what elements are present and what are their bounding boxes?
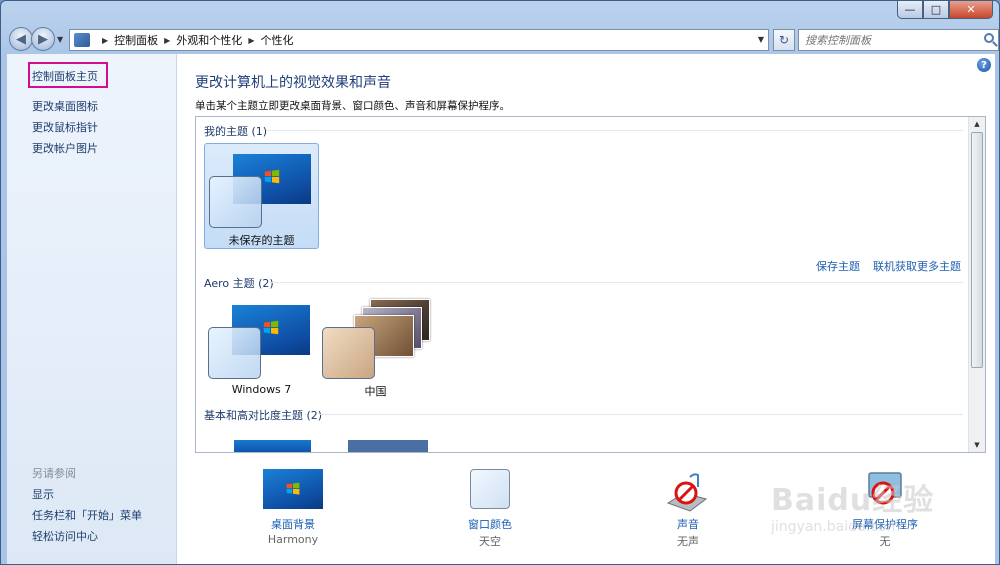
personalization-window: — □ ✕ ◀ ▶ ▼ ▶ 控制面板 ▶ 外观和个性化 ▶ 个性化 ▼ ↻ 控制… xyxy=(0,0,1000,565)
group-title-my-themes: 我的主题 (1) xyxy=(204,125,268,138)
baidu-jingyan-watermark: Baidu经验 jingyan.baidu.com xyxy=(763,455,993,555)
breadcrumb-separator-icon[interactable]: ▶ xyxy=(248,36,254,45)
refresh-button[interactable]: ↻ xyxy=(773,29,795,51)
change-mouse-pointers-link[interactable]: 更改鼠标指针 xyxy=(32,119,98,135)
group-divider xyxy=(266,130,963,131)
scroll-up-icon[interactable]: ▲ xyxy=(969,117,985,131)
see-also-heading: 另请参阅 xyxy=(32,467,76,480)
caption-buttons: — □ ✕ xyxy=(897,1,993,19)
breadcrumb-separator-icon[interactable]: ▶ xyxy=(102,36,108,45)
theme-china[interactable]: 中国 xyxy=(318,295,433,401)
group-divider xyxy=(270,282,963,283)
theme-thumbnail-window-color xyxy=(322,327,375,379)
page-subtitle: 单击某个主题立即更改桌面背景、窗口颜色、声音和屏幕保护程序。 xyxy=(195,100,510,112)
sound-value: 无声 xyxy=(677,535,699,548)
address-bar[interactable]: ▶ 控制面板 ▶ 外观和个性化 ▶ 个性化 ▼ xyxy=(69,29,769,51)
breadcrumb-appearance[interactable]: 外观和个性化 xyxy=(176,32,242,48)
back-button[interactable]: ◀ xyxy=(9,27,33,51)
close-button[interactable]: ✕ xyxy=(949,1,993,19)
control-panel-icon xyxy=(74,33,90,47)
get-more-themes-link[interactable]: 联机获取更多主题 xyxy=(873,258,961,274)
taskbar-start-menu-link[interactable]: 任务栏和「开始」菜单 xyxy=(32,507,142,523)
help-icon[interactable]: ? xyxy=(977,58,991,72)
theme-windows-7[interactable]: Windows 7 xyxy=(204,295,319,401)
group-divider xyxy=(320,414,963,415)
desktop-background-thumbnail xyxy=(263,469,323,509)
watermark-logo-text: Baidu经验 xyxy=(771,483,935,518)
theme-thumbnail-window-color xyxy=(208,327,261,379)
windows-logo-icon xyxy=(263,320,279,335)
theme-label: 未保存的主题 xyxy=(228,234,295,247)
back-arrow-icon: ◀ xyxy=(16,31,26,47)
search-icon[interactable] xyxy=(984,33,994,43)
minimize-button[interactable]: — xyxy=(897,1,923,19)
refresh-icon: ↻ xyxy=(778,33,790,47)
forward-button[interactable]: ▶ xyxy=(31,27,55,51)
sound-label[interactable]: 声音 xyxy=(628,516,748,532)
navigation-bar: ◀ ▶ ▼ ▶ 控制面板 ▶ 外观和个性化 ▶ 个性化 ▼ ↻ xyxy=(7,27,999,53)
change-desktop-icons-link[interactable]: 更改桌面图标 xyxy=(32,98,98,114)
windows-logo-icon xyxy=(286,482,300,495)
theme-thumbnail-window-color xyxy=(209,176,262,228)
window-color-value: 天空 xyxy=(479,535,501,548)
group-title-basic-themes: 基本和高对比度主题 (2) xyxy=(204,409,323,422)
breadcrumb-personalization[interactable]: 个性化 xyxy=(260,32,293,48)
scroll-down-icon[interactable]: ▼ xyxy=(969,438,985,452)
theme-unsaved[interactable]: 未保存的主题 xyxy=(204,143,319,249)
recent-pages-dropdown[interactable]: ▼ xyxy=(57,35,69,44)
theme-label: 中国 xyxy=(364,385,387,398)
control-panel-home-link[interactable]: 控制面板主页 xyxy=(32,68,98,84)
window-color-thumbnail xyxy=(470,469,510,509)
maximize-button[interactable]: □ xyxy=(923,1,949,19)
display-link[interactable]: 显示 xyxy=(32,486,54,502)
theme-thumbnail-partial[interactable] xyxy=(348,440,428,452)
page-title: 更改计算机上的视觉效果和声音 xyxy=(195,75,391,91)
change-account-picture-link[interactable]: 更改帐户图片 xyxy=(32,140,98,156)
theme-label: Windows 7 xyxy=(231,383,292,396)
windows-logo-icon xyxy=(264,169,280,184)
theme-thumbnail-partial[interactable] xyxy=(234,440,311,452)
search-input[interactable] xyxy=(805,33,975,47)
scroll-thumb[interactable] xyxy=(971,132,983,368)
ease-of-access-link[interactable]: 轻松访问中心 xyxy=(32,528,98,544)
theme-list-scrollbar[interactable]: ▲ ▼ xyxy=(968,117,985,452)
forward-arrow-icon: ▶ xyxy=(38,31,48,47)
search-box xyxy=(798,29,999,51)
nav-arrows: ◀ ▶ ▼ xyxy=(9,27,69,51)
save-theme-link[interactable]: 保存主题 xyxy=(816,258,860,274)
breadcrumb-separator-icon[interactable]: ▶ xyxy=(164,36,170,45)
window-color-label[interactable]: 窗口颜色 xyxy=(430,516,550,532)
desktop-background-label[interactable]: 桌面背景 xyxy=(233,516,353,532)
task-pane: 控制面板主页 更改桌面图标 更改鼠标指针 更改帐户图片 另请参阅 显示 任务栏和… xyxy=(7,54,177,564)
theme-list: 我的主题 (1) 未保存的主题 保存主题 联机获取更多主题 Aero 主题 (2… xyxy=(195,116,986,453)
chevron-down-icon: ▼ xyxy=(57,34,64,44)
sound-icon xyxy=(666,473,708,512)
address-dropdown-icon[interactable]: ▼ xyxy=(758,35,764,44)
group-title-aero-themes: Aero 主题 (2) xyxy=(204,277,274,290)
desktop-background-value: Harmony xyxy=(267,533,319,546)
watermark-url: jingyan.baidu.com xyxy=(771,519,901,535)
breadcrumb-control-panel[interactable]: 控制面板 xyxy=(114,32,158,48)
